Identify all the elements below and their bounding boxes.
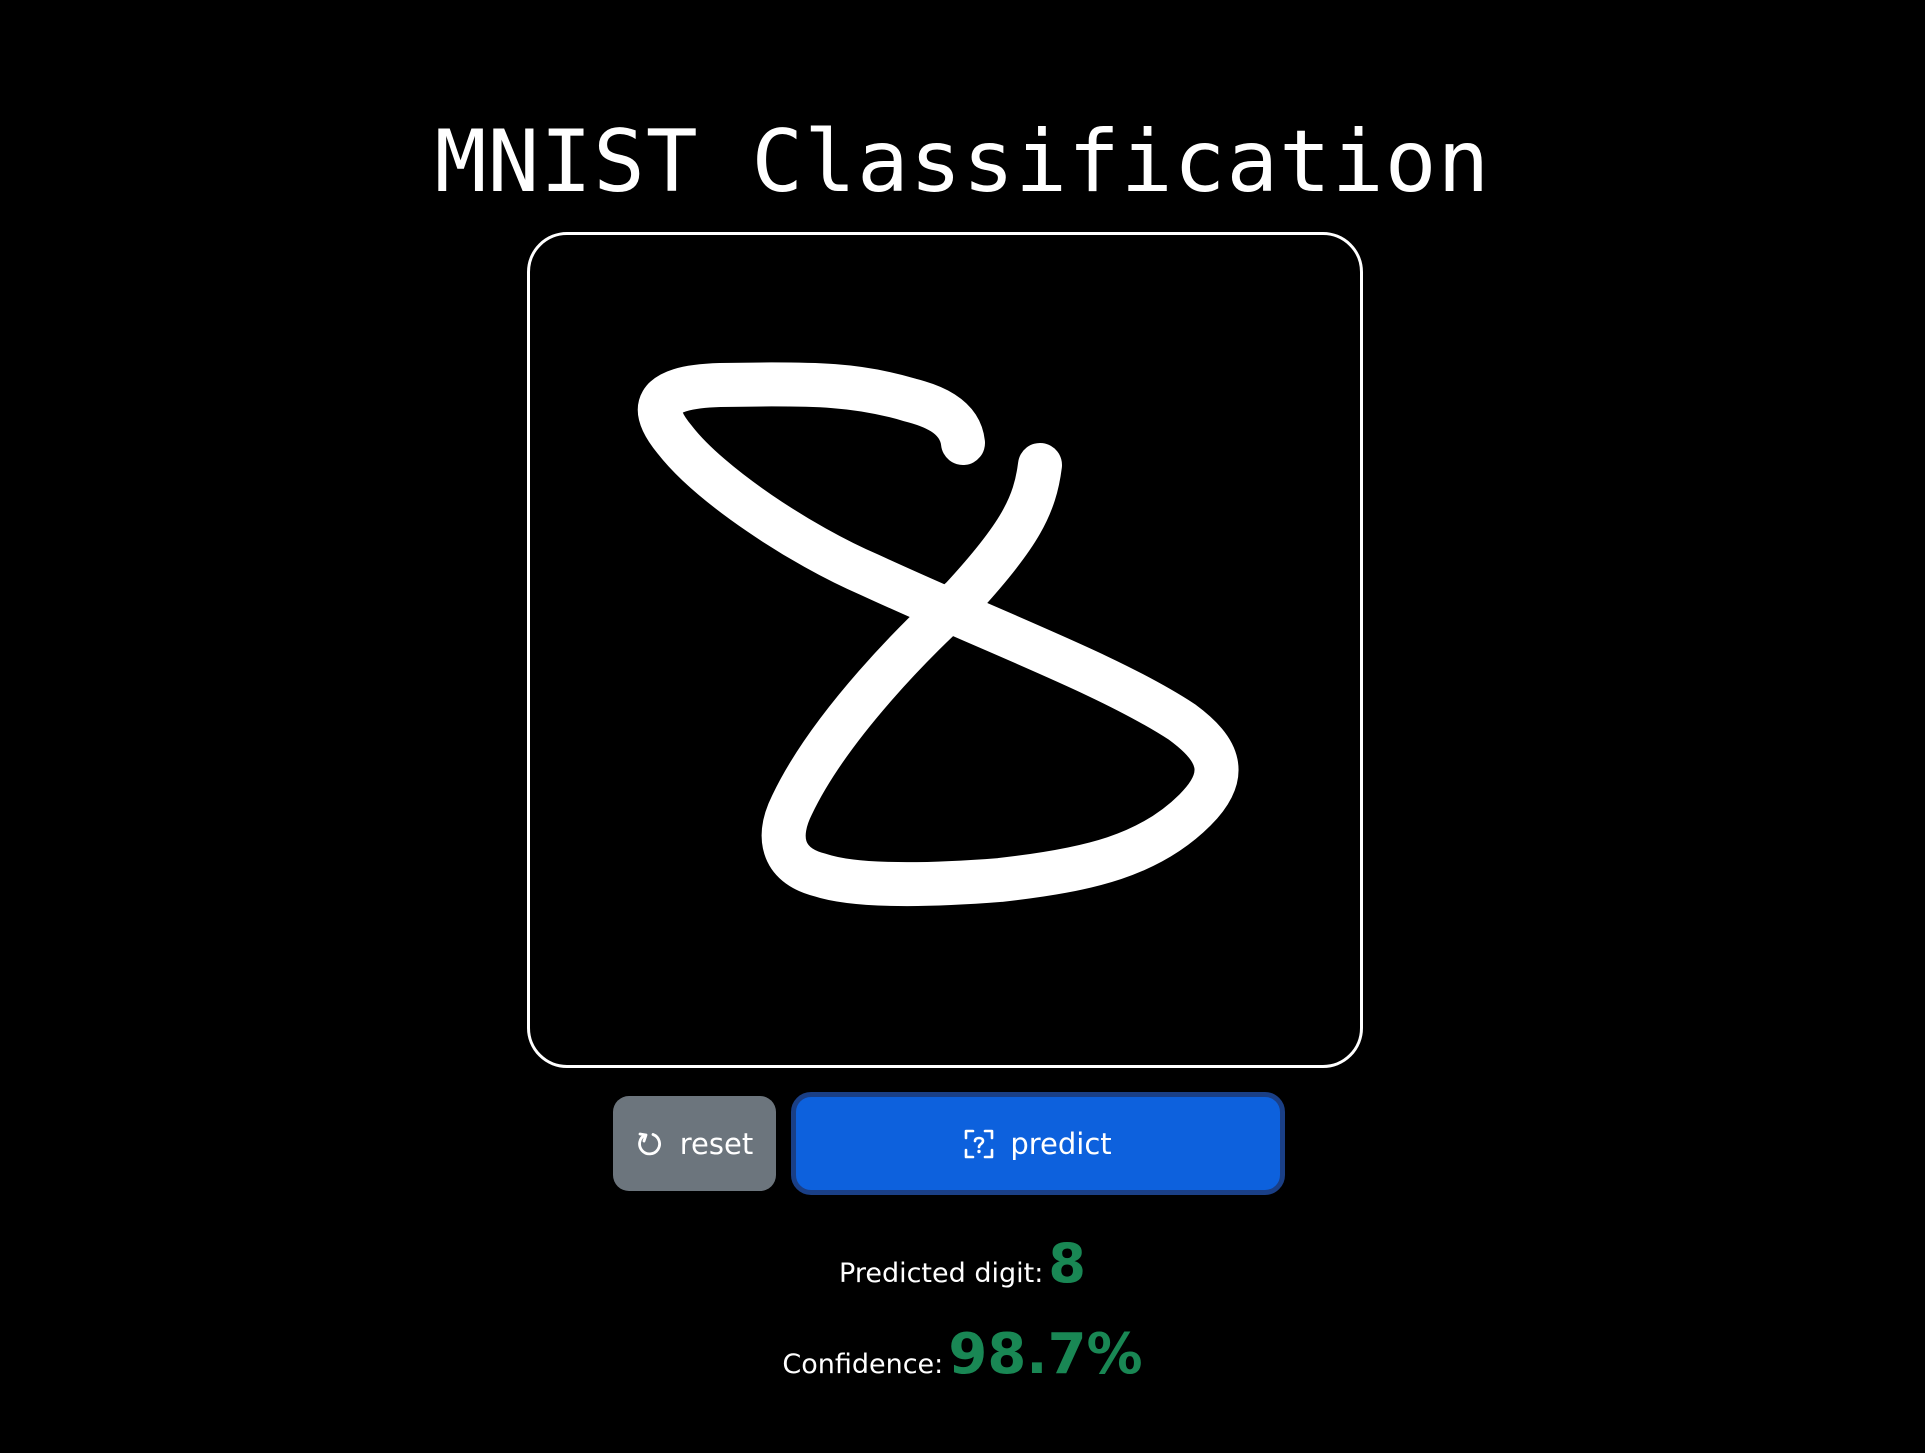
confidence-row: Confidence: 98.7% [0, 1322, 1925, 1387]
predict-button[interactable]: predict [791, 1092, 1285, 1195]
confidence-value: 98.7% [948, 1322, 1143, 1387]
confidence-label: Confidence: [782, 1349, 944, 1380]
refresh-icon [636, 1130, 664, 1158]
drawing-canvas[interactable] [527, 232, 1363, 1068]
handwritten-digit-stroke [638, 362, 1239, 907]
page-title: MNIST Classification [434, 112, 1491, 212]
scan-question-icon [964, 1129, 994, 1159]
predict-button-label: predict [1010, 1126, 1112, 1161]
predicted-digit-row: Predicted digit: 8 [0, 1232, 1925, 1295]
predicted-digit-value: 8 [1048, 1232, 1086, 1295]
reset-button-label: reset [679, 1126, 754, 1161]
reset-button[interactable]: reset [613, 1096, 776, 1191]
predicted-digit-label: Predicted digit: [839, 1258, 1044, 1289]
